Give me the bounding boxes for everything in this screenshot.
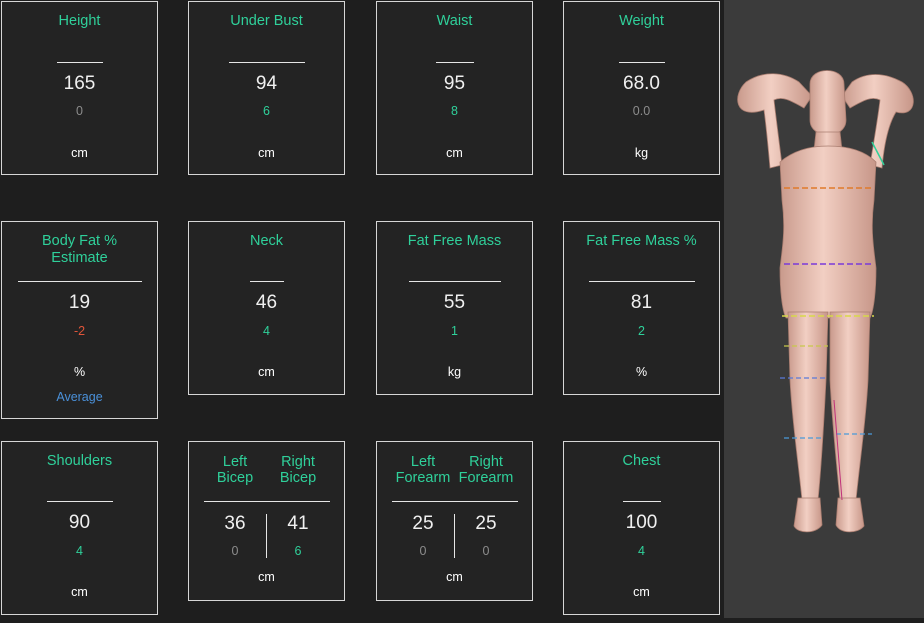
weight-card[interactable]: Weight 68.0 0.0 kg <box>563 1 720 175</box>
right-bicep-title-line-2: Bicep <box>279 470 317 486</box>
divider <box>46 501 113 502</box>
card-title: Neck <box>249 233 284 249</box>
measurement-value: 165 <box>63 73 96 94</box>
measurement-delta: 4 <box>76 544 83 558</box>
divider <box>588 281 695 282</box>
right-forearm-delta: 0 <box>482 544 490 558</box>
measurement-value: 95 <box>443 73 466 94</box>
divider <box>408 281 501 282</box>
card-title: Weight <box>619 13 664 29</box>
measurement-delta: 4 <box>638 544 645 558</box>
divider <box>435 62 474 63</box>
measurement-unit: cm <box>258 146 275 160</box>
neck-card[interactable]: Neck 46 4 cm <box>188 221 345 395</box>
body-fat-card[interactable]: Body Fat % Estimate 19 -2 % Average <box>1 221 158 419</box>
measurement-delta: 8 <box>451 104 458 118</box>
measurement-delta: 6 <box>263 104 270 118</box>
measurement-unit: cm <box>446 570 463 584</box>
card-title: Under Bust <box>230 13 303 29</box>
measurement-unit: cm <box>258 570 275 584</box>
fat-free-mass-card[interactable]: Fat Free Mass 55 1 kg <box>376 221 533 395</box>
measurement-value: 100 <box>625 512 658 533</box>
measurement-unit: kg <box>447 365 462 379</box>
vertical-divider <box>266 514 267 558</box>
divider <box>618 62 665 63</box>
measurement-unit: % <box>73 365 86 379</box>
right-bicep-title: Right <box>281 454 315 470</box>
biceps-card[interactable]: Left Bicep Right Bicep 36 41 0 6 cm <box>188 441 345 601</box>
body-model-viewer[interactable] <box>724 0 924 618</box>
height-card[interactable]: Height 165 0 cm <box>1 1 158 175</box>
left-bicep-value: 36 <box>224 513 246 534</box>
measurement-delta: 0 <box>76 104 83 118</box>
divider <box>249 281 284 282</box>
measurement-delta: 2 <box>638 324 645 338</box>
measurement-delta: 0.0 <box>632 104 651 118</box>
measurement-unit: cm <box>258 365 275 379</box>
measurement-value: 46 <box>255 292 278 313</box>
right-forearm-title: Right <box>469 454 503 470</box>
measurement-unit: cm <box>71 585 88 599</box>
measurement-value: 19 <box>68 292 91 313</box>
measurements-grid: Height 165 0 cm Under Bust 94 6 cm Waist… <box>0 0 724 618</box>
left-forearm-title: Left <box>410 454 436 470</box>
waist-card[interactable]: Waist 95 8 cm <box>376 1 533 175</box>
left-bicep-delta: 0 <box>231 544 239 558</box>
fat-free-mass-percent-card[interactable]: Fat Free Mass % 81 2 % <box>563 221 720 395</box>
measurement-unit: % <box>635 365 648 379</box>
card-title: Waist <box>436 13 473 29</box>
vertical-divider <box>454 514 455 558</box>
measurement-delta: 4 <box>263 324 270 338</box>
left-forearm-title-line-2: Forearm <box>395 470 451 486</box>
card-title: Body Fat % <box>42 233 117 249</box>
card-title: Height <box>58 13 101 29</box>
body-scan-model <box>737 70 914 533</box>
measurement-delta: -2 <box>73 324 86 338</box>
right-bicep-value: 41 <box>287 513 309 534</box>
forearms-card[interactable]: Left Forearm Right Forearm 25 25 0 0 cm <box>376 441 533 601</box>
right-forearm-title-line-2: Forearm <box>458 470 514 486</box>
divider <box>17 281 142 282</box>
measurement-value: 90 <box>68 512 91 533</box>
shoulders-card[interactable]: Shoulders 90 4 cm <box>1 441 158 615</box>
card-title: Fat Free Mass % <box>586 233 697 249</box>
divider <box>228 62 305 63</box>
measurement-value: 68.0 <box>623 73 660 94</box>
right-forearm-value: 25 <box>475 513 497 534</box>
card-title: Chest <box>622 453 661 469</box>
divider <box>56 62 103 63</box>
chest-card[interactable]: Chest 100 4 cm <box>563 441 720 615</box>
right-bicep-delta: 6 <box>294 544 302 558</box>
divider <box>622 501 661 502</box>
measurement-value: 94 <box>255 73 278 94</box>
left-bicep-title: Left <box>222 454 248 470</box>
measurement-unit: cm <box>633 585 650 599</box>
measurement-unit: kg <box>634 146 649 160</box>
under-bust-card[interactable]: Under Bust 94 6 cm <box>188 1 345 175</box>
measurement-unit: cm <box>71 146 88 160</box>
divider <box>203 501 330 502</box>
left-forearm-delta: 0 <box>419 544 427 558</box>
measurement-value: 55 <box>443 292 466 313</box>
card-title-line-2: Estimate <box>51 250 108 266</box>
measurement-delta: 1 <box>451 324 458 338</box>
left-bicep-title-line-2: Bicep <box>216 470 254 486</box>
card-title: Shoulders <box>46 453 113 469</box>
left-forearm-value: 25 <box>412 513 434 534</box>
measurement-value: 81 <box>630 292 653 313</box>
card-title: Fat Free Mass <box>407 233 502 249</box>
measurement-unit: cm <box>446 146 463 160</box>
divider <box>391 501 518 502</box>
body-fat-category: Average <box>56 390 103 404</box>
